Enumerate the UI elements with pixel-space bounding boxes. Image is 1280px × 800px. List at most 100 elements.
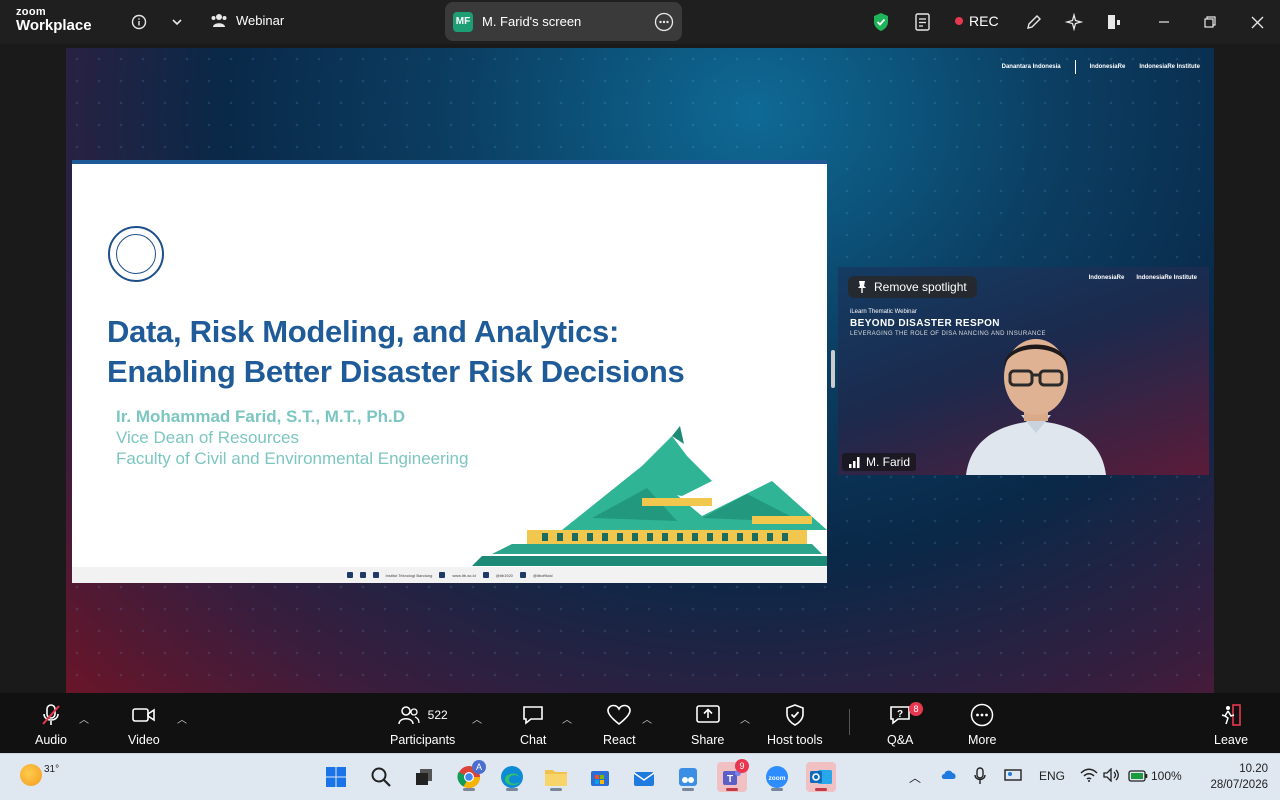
side-panel-icon[interactable] [1102,10,1126,34]
notes-icon[interactable] [911,10,935,34]
audio-button[interactable]: Audio [35,703,67,747]
search-button[interactable] [366,762,396,792]
presenter-name: Ir. Mohammad Farid, S.T., M.T., Ph.D [116,407,406,426]
brand-logos-top: Danantara Indonesia IndonesiaRe Indonesi… [1002,60,1200,74]
zoom-app[interactable]: zoom [762,762,792,792]
audio-options-caret-icon[interactable]: ︿ [79,711,89,726]
battery-icon [1128,770,1148,782]
svg-text:T: T [727,774,733,785]
battery-indicator[interactable]: 100% [1128,769,1182,783]
chat-icon [521,703,545,727]
video-brand-logos: IndonesiaRe IndonesiaRe Institute [1089,275,1197,281]
presenter-faculty: Faculty of Civil and Environmental Engin… [116,449,469,468]
zoom-icon: zoom [766,766,788,788]
show-hidden-icons-button[interactable]: ︿ [909,769,921,786]
more-label: More [968,733,997,747]
more-icon [970,703,994,727]
share-options-caret-icon[interactable]: ︿ [740,711,750,726]
edge-app[interactable] [497,762,527,792]
outlook-icon [810,770,832,784]
store-app[interactable] [585,762,615,792]
close-icon[interactable] [1245,10,1269,34]
linkedin-icon [372,572,379,578]
wifi-icon[interactable] [1080,768,1098,785]
shared-screen-stage: Danantara Indonesia IndonesiaRe Indonesi… [66,48,1214,693]
volume-icon[interactable] [1103,767,1121,785]
react-button[interactable]: React [603,703,636,747]
outlook-new-app[interactable] [629,762,659,792]
mic-muted-icon [40,703,62,727]
indonesiare-logo: IndonesiaRe [1089,64,1126,70]
chat-label: Chat [520,733,547,747]
ai-companion-icon[interactable] [1062,10,1086,34]
edge-icon [501,766,523,788]
onedrive-icon[interactable] [940,768,958,783]
system-clock[interactable]: 10.20 28/07/2026 [1210,761,1268,793]
file-explorer-app[interactable] [541,762,571,792]
itb-building-illustration [472,426,827,566]
recording-indicator[interactable]: REC [955,13,999,29]
screen-share-label: M. Farid's screen [482,14,582,29]
presenter-info: Ir. Mohammad Farid, S.T., M.T., Ph.D Vic… [116,406,468,469]
participant-name-tag: M. Farid [842,453,917,471]
chat-options-caret-icon[interactable]: ︿ [562,711,572,726]
video-options-caret-icon[interactable]: ︿ [177,711,187,726]
participants-options-caret-icon[interactable]: ︿ [472,711,482,726]
host-shield-icon [785,703,805,727]
snipping-app[interactable] [673,762,703,792]
participants-button[interactable]: 522 Participants [390,703,455,747]
battery-percent: 100% [1151,769,1182,783]
facebook-icon [359,572,366,578]
video-brand1: IndonesiaRe [1088,275,1125,281]
more-options-icon[interactable] [654,12,674,32]
signal-icon [849,457,860,468]
chevron-down-icon[interactable] [165,10,189,34]
leave-icon [1219,703,1243,727]
microphone-icon[interactable] [974,767,986,788]
outlook-app[interactable] [806,762,836,792]
host-tools-button[interactable]: Host tools [767,703,823,747]
audio-label: Audio [35,733,67,747]
react-options-caret-icon[interactable]: ︿ [642,711,652,726]
windows-logo-icon [326,767,346,787]
task-view-button[interactable] [409,762,439,792]
weather-widget[interactable]: 31° [20,764,59,786]
video-small-caption: iLearn Thematic Webinar [850,309,917,315]
spotlight-video-tile[interactable]: IndonesiaRe IndonesiaRe Institute iLearn… [838,267,1209,475]
qa-label: Q&A [887,733,914,747]
participant-name: M. Farid [866,455,911,469]
svg-text:?: ? [897,709,903,720]
footer-web: www.itb.ac.id [452,572,476,578]
start-button[interactable] [321,762,351,792]
zoom-logo: zoom Workplace [16,7,92,34]
pin-icon [858,281,866,293]
language-indicator[interactable]: ENG [1039,769,1065,783]
info-icon[interactable] [127,10,151,34]
svg-text:zoom: zoom [769,775,786,782]
more-button[interactable]: More [968,703,996,747]
leave-button[interactable]: Leave [1214,703,1248,747]
teams-badge: 9 [735,759,749,773]
screen-share-pill[interactable]: MF M. Farid's screen [445,2,682,41]
restore-icon[interactable] [1198,10,1222,34]
slide-title: Data, Risk Modeling, and Analytics: Enab… [107,312,685,392]
chat-button[interactable]: Chat [520,703,546,747]
minimize-icon[interactable] [1152,10,1176,34]
shield-icon[interactable] [869,10,893,34]
heart-icon [606,703,632,727]
split-resize-handle[interactable] [831,350,835,388]
share-button[interactable]: Share [691,703,724,747]
slide-title-line2: Enabling Better Disaster Risk Decisions [107,354,685,389]
annotate-icon[interactable] [1022,10,1046,34]
participants-count: 522 [427,708,448,722]
mail-icon [633,772,655,786]
chrome-profile-badge: A [472,760,486,774]
slide-footer: Institut Teknologi Bandung www.itb.ac.id… [72,567,827,583]
display-icon[interactable] [1004,767,1022,786]
webinar-icon [211,14,227,27]
video-button[interactable]: Video [128,703,160,747]
title-bar: zoom Workplace Webinar MF M. Farid's scr… [0,0,1280,44]
webinar-label: Webinar [236,12,285,28]
remove-spotlight-button[interactable]: Remove spotlight [848,276,977,298]
weather-temperature: 31° [44,764,60,775]
